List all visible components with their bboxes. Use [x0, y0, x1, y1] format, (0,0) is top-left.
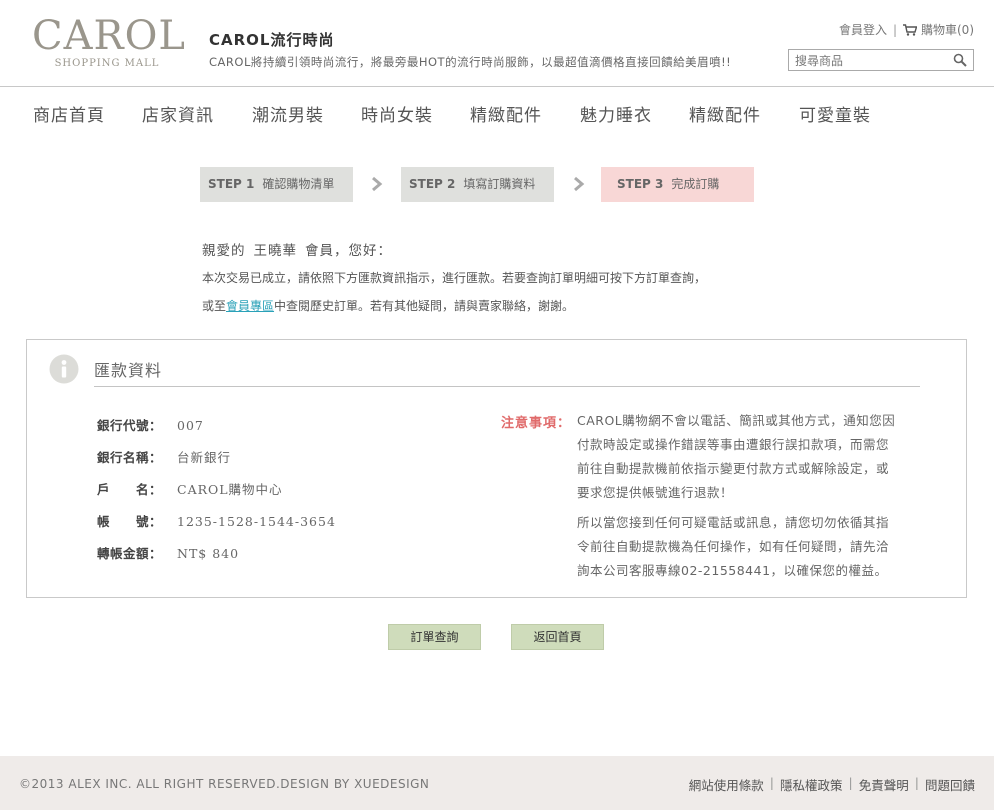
order-message-line1: 本次交易已成立，請依照下方匯款資訊指示，進行匯款。若要查詢訂單明細可按下方訂單查… [202, 271, 707, 285]
nav-item-accessories[interactable]: 精緻配件 [470, 101, 542, 126]
message-text: 中查閱歷史訂單。若有其他疑問，請與賣家聯絡，謝謝。 [274, 299, 575, 313]
notice-line: 詢本公司客服專線02-21558441，以確保您的權益。 [577, 563, 888, 578]
step-1-label: 確認購物清單 [262, 177, 335, 191]
panel-title: 匯款資料 [94, 361, 163, 380]
search-box [788, 49, 974, 71]
member-name: 王曉華 [253, 243, 297, 259]
nav-item-store-info[interactable]: 店家資訊 [142, 101, 214, 126]
footer-links: 網站使用條款 | 隱私權政策 | 免責聲明 | 問題回饋 [689, 775, 975, 794]
notice-line: 付款時設定或操作錯誤等事由遭銀行誤扣款項，而需您 [577, 437, 890, 452]
footer-link-privacy[interactable]: 隱私權政策 [780, 775, 843, 794]
main-nav: 商店首頁 店家資訊 潮流男裝 時尚女裝 精緻配件 魅力睡衣 精緻配件 可愛童裝 [0, 88, 994, 136]
top-links: 會員登入 | 購物車(0) [839, 21, 974, 38]
greeting: 親愛的 王曉華 會員，您好： [202, 239, 392, 259]
footer-link-feedback[interactable]: 問題回饋 [925, 775, 975, 794]
notice-line: 令前往自動提款機為任何操作，如有任何疑問，請先洽 [577, 539, 890, 554]
chevron-right-icon [574, 176, 585, 192]
separator: | [848, 775, 853, 790]
nav-item-accessories-2[interactable]: 精緻配件 [689, 101, 761, 126]
bank-code-row: 銀行代號： 007 [97, 415, 204, 434]
order-message-line2: 或至會員專區中查閱歷史訂單。若有其他疑問，請與賣家聯絡，謝謝。 [202, 297, 574, 314]
logo[interactable]: CAROL SHOPPING MALL [32, 13, 186, 69]
search-input[interactable] [789, 51, 949, 71]
nav-item-kids[interactable]: 可愛童裝 [799, 101, 871, 126]
account-number-label: 帳 號： [97, 514, 163, 529]
cart-icon[interactable] [903, 23, 917, 36]
bank-name-label: 銀行名稱： [97, 450, 163, 465]
header: CAROL SHOPPING MALL CAROL流行時尚 CAROL將持續引領… [0, 0, 994, 87]
nav-item-sleepwear[interactable]: 魅力睡衣 [580, 101, 652, 126]
account-number-value: 1235-1528-1544-3654 [177, 514, 336, 529]
notice-line: 所以當您接到任何可疑電話或訊息，請您切勿依循其指 [577, 515, 890, 530]
remittance-panel: 匯款資料 銀行代號： 007 銀行名稱： 台新銀行 戶 名： CAROL購物中心 帳 … [26, 339, 967, 598]
cart-link[interactable]: 購物車(0) [921, 21, 974, 38]
step-1: STEP 1 確認購物清單 [200, 167, 353, 202]
amount-row: 轉帳金額： NT$ 840 [97, 543, 239, 562]
brand-slogan: CAROL將持續引領時尚流行，將最旁最HOT的流行時尚服飾，以最超值滴價格直接回… [209, 55, 732, 69]
greeting-suffix: 會員，您好： [305, 243, 392, 259]
logo-sub-text: SHOPPING MALL [54, 58, 160, 69]
nav-item-home[interactable]: 商店首頁 [33, 101, 105, 126]
brand-title: CAROL流行時尚 [209, 31, 335, 49]
account-name-row: 戶 名： CAROL購物中心 [97, 479, 283, 498]
step-2-label: 填寫訂購資料 [463, 177, 536, 191]
copyright: ©2013 ALEX INC. ALL RIGHT RESERVED.DESIG… [19, 777, 430, 791]
amount-label: 轉帳金額： [97, 546, 163, 561]
message-text: 或至 [202, 299, 227, 313]
separator: | [914, 775, 919, 790]
chevron-right-icon [372, 176, 383, 192]
bank-name-value: 台新銀行 [177, 450, 232, 465]
logo-main-text: CAROL [32, 13, 186, 59]
notice-line: CAROL購物網不會以電話、簡訊或其他方式，通知您因 [577, 413, 896, 428]
footer-link-terms[interactable]: 網站使用條款 [689, 775, 764, 794]
account-name-value: CAROL購物中心 [177, 482, 283, 497]
bank-name-row: 銀行名稱： 台新銀行 [97, 447, 231, 466]
step-3-active: STEP 3 完成訂購 [601, 167, 754, 202]
step-1-num: STEP 1 [208, 177, 255, 191]
step-2: STEP 2 填寫訂購資料 [401, 167, 554, 202]
notice-paragraph-2: 所以當您接到任何可疑電話或訊息，請您切勿依循其指 令前往自動提款機為任何操作，如… [577, 511, 920, 583]
bank-code-value: 007 [177, 418, 204, 433]
account-name-label: 戶 名： [97, 482, 163, 497]
amount-value: NT$ 840 [177, 546, 240, 561]
member-area-link[interactable]: 會員專區 [226, 299, 274, 313]
step-3-num: STEP 3 [617, 177, 664, 191]
account-number-row: 帳 號： 1235-1528-1544-3654 [97, 511, 336, 530]
nav-item-women[interactable]: 時尚女裝 [361, 101, 433, 126]
search-icon[interactable] [953, 53, 967, 67]
bank-code-label: 銀行代號： [97, 418, 163, 433]
footer-link-disclaimer[interactable]: 免責聲明 [859, 775, 909, 794]
divider [94, 386, 920, 387]
login-link[interactable]: 會員登入 [839, 21, 887, 38]
step-2-num: STEP 2 [409, 177, 456, 191]
separator: | [892, 22, 897, 37]
nav-item-men[interactable]: 潮流男裝 [252, 101, 324, 126]
step-3-label: 完成訂購 [671, 177, 720, 191]
notice-line: 前往自動提款機前依指示變更付款方式或解除設定，或 [577, 461, 890, 476]
notice-paragraph-1: CAROL購物網不會以電話、簡訊或其他方式，通知您因 付款時設定或操作錯誤等事由… [577, 409, 920, 505]
order-query-button[interactable]: 訂單查詢 [388, 624, 481, 650]
separator: | [769, 775, 775, 790]
notice-line: 要求您提供帳號進行退款！ [577, 485, 734, 500]
info-icon [49, 354, 79, 384]
footer: ©2013 ALEX INC. ALL RIGHT RESERVED.DESIG… [0, 756, 994, 810]
greeting-prefix: 親愛的 [202, 243, 246, 259]
back-home-button[interactable]: 返回首頁 [511, 624, 604, 650]
notice-label: 注意事項： [501, 416, 572, 431]
